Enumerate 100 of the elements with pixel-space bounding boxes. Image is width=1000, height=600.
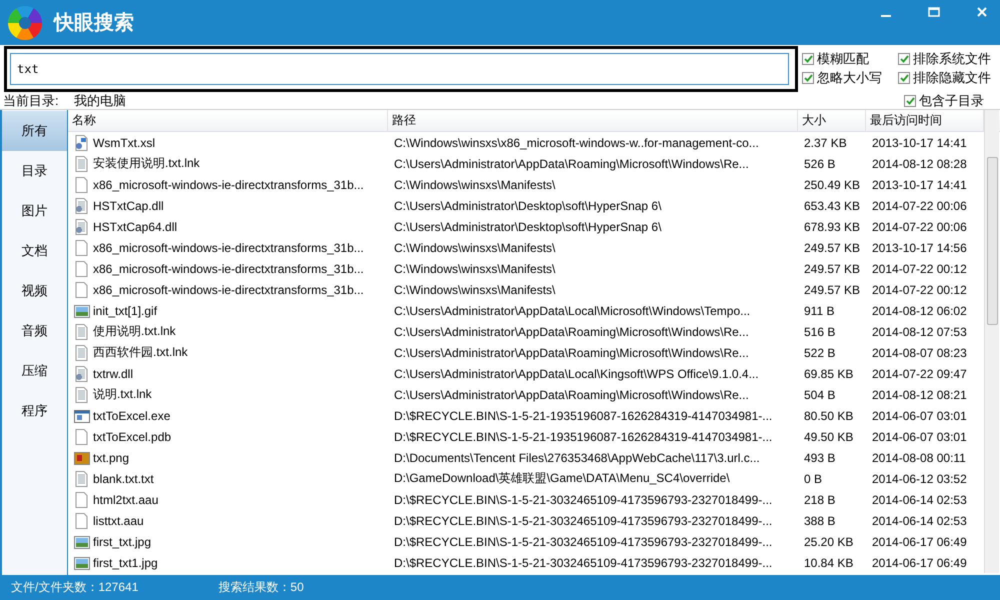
text-file-icon	[74, 156, 90, 172]
path-cell-text: D:\$RECYCLE.BIN\S-1-5-21-3032465109-4173596793-2327018499-...	[393, 492, 774, 508]
column-header[interactable]: 名称	[68, 110, 388, 131]
time-cell-text: 2013-10-17 14:56	[871, 240, 968, 256]
size-cell-text: 25.20 KB	[803, 534, 854, 550]
size-cell-text: 0 B	[803, 470, 824, 488]
size-cell-text: 522 B	[803, 344, 836, 362]
size-cell-text: 80.50 KB	[803, 408, 854, 424]
time-cell-text: 2014-06-07 03:01	[871, 408, 968, 424]
path-cell-text: D:\$RECYCLE.BIN\S-1-5-21-3032465109-4173596793-2327018499-...	[393, 534, 774, 550]
file-name: txt.png	[93, 450, 130, 464]
file-name: 说明.txt.lnk	[93, 386, 152, 403]
size-cell-text: 388 B	[803, 512, 836, 530]
image-file-icon	[74, 450, 90, 466]
category-tab[interactable]: 图片	[2, 191, 67, 231]
file-name: 使用说明.txt.lnk	[93, 323, 176, 340]
size-cell-text: 249.57 KB	[803, 240, 862, 256]
option-checkbox[interactable]: 排除隐藏文件	[898, 69, 994, 87]
time-cell-text: 2014-08-12 06:02	[871, 302, 968, 320]
path-cell-text: C:\Windows\winsxs\Manifests\	[393, 240, 556, 256]
path-cell-text: C:\Windows\winsxs\Manifests\	[393, 282, 556, 298]
category-tab[interactable]: 文档	[2, 231, 67, 271]
file-name: 西西软件园.txt.lnk	[93, 344, 188, 361]
file-name: HSTxtCap.dll	[93, 198, 164, 212]
time-cell-text: 2014-07-22 00:12	[871, 282, 968, 298]
file-name: x86_microsoft-windows-ie-directxtransforms_31b...	[93, 178, 364, 192]
size-cell-text: 516 B	[803, 324, 836, 340]
category-tab[interactable]: 所有	[2, 111, 67, 151]
size-cell-text: 49.50 KB	[803, 428, 854, 446]
category-tab[interactable]: 压缩	[2, 351, 67, 391]
option-checkbox[interactable]: 排除系统文件	[898, 50, 994, 68]
time-cell-text: 2014-06-12 03:52	[871, 470, 968, 488]
blank-file-icon	[74, 428, 90, 444]
search-field[interactable]: txt	[10, 52, 789, 84]
check-icon	[900, 55, 908, 63]
text-file-icon	[74, 470, 90, 486]
image-file-icon	[74, 554, 90, 570]
size-cell-text: 493 B	[803, 450, 836, 466]
check-icon	[804, 74, 812, 82]
scroll-thumb[interactable]	[986, 157, 998, 325]
path-cell-text: D:\$RECYCLE.BIN\S-1-5-21-3032465109-4173596793-2327018499-...	[393, 512, 774, 530]
path-cell-text: C:\Users\Administrator\AppData\Roaming\Microsoft\Windows\Re...	[393, 386, 750, 404]
path-cell-text: C:\Users\Administrator\Desktop\soft\HyperSnap 6\	[393, 198, 662, 214]
check-icon	[906, 96, 914, 104]
path-cell-text: D:\$RECYCLE.BIN\S-1-5-21-3032465109-4173596793-2327018499-...	[393, 554, 774, 572]
path-cell-text: D:\$RECYCLE.BIN\S-1-5-21-1935196087-1626284319-4147034981-...	[393, 408, 774, 424]
path-cell-text: C:\Windows\winsxs\Manifests\	[393, 260, 556, 278]
size-cell-text: 2.37 KB	[803, 134, 848, 152]
include-subdirs-checkbox[interactable]: 包含子目录	[904, 92, 984, 110]
path-cell-text: D:\$RECYCLE.BIN\S-1-5-21-1935196087-1626284319-4147034981-...	[393, 428, 774, 446]
option-checkbox[interactable]: 忽略大小写	[802, 69, 898, 87]
path-cell-text: C:\Windows\winsxs\Manifests\	[393, 176, 556, 194]
category-tab[interactable]: 音频	[2, 311, 67, 351]
size-cell-text: 504 B	[803, 386, 836, 404]
time-cell-text: 2014-06-07 03:01	[871, 428, 968, 446]
time-cell-text: 2014-07-22 00:06	[871, 198, 968, 214]
time-cell-text: 2013-10-17 14:41	[871, 176, 968, 194]
column-header[interactable]: 路径	[388, 110, 798, 131]
file-name: init_txt[1].gif	[93, 304, 158, 318]
column-header[interactable]: 大小	[798, 110, 866, 131]
file-name: x86_microsoft-windows-ie-directxtransforms_31b...	[93, 240, 364, 254]
time-cell-text: 2013-10-17 14:41	[871, 134, 968, 152]
blank-file-icon	[74, 176, 90, 192]
time-cell-text: 2014-06-17 06:49	[871, 554, 968, 572]
window-title: 快眼搜索	[54, 11, 135, 36]
file-name: x86_microsoft-windows-ie-directxtransforms_31b...	[93, 262, 364, 276]
blank-file-icon	[74, 492, 90, 508]
blank-file-icon	[74, 240, 90, 256]
size-cell-text: 10.84 KB	[803, 554, 854, 572]
path-cell-text: C:\Users\Administrator\AppData\Local\Kingsoft\WPS Office\9.1.0.4...	[393, 366, 760, 382]
program-file-icon	[74, 408, 90, 424]
category-tab[interactable]: 视频	[2, 271, 67, 311]
current-dir-label: 当前目录:	[2, 92, 60, 110]
time-cell-text: 2014-07-22 00:06	[871, 218, 968, 236]
category-tab[interactable]: 目录	[2, 151, 67, 191]
path-cell-text: C:\Users\Administrator\AppData\Roaming\Microsoft\Windows\Re...	[393, 156, 750, 172]
file-name: txtToExcel.exe	[93, 408, 170, 422]
check-icon	[900, 74, 908, 82]
file-name: listtxt.aau	[93, 514, 144, 528]
file-count: 文件/文件夹数：127641	[11, 579, 138, 596]
size-cell-text: 69.85 KB	[803, 366, 854, 382]
image-file-icon	[74, 302, 90, 318]
time-cell-text: 2014-07-22 00:12	[871, 260, 968, 278]
path-cell-text: D:\Documents\Tencent Files\276353468\AppWebCache\117\3.url.c...	[393, 450, 761, 466]
text-file-icon	[74, 386, 90, 402]
path-cell-text: D:\GameDownload\英雄联盟\Game\DATA\Menu_SC4\override\	[393, 470, 731, 487]
size-cell-text: 250.49 KB	[803, 176, 862, 194]
color-wheel-logo	[8, 6, 42, 40]
maximize-icon	[928, 7, 940, 17]
path-cell-text: C:\Users\Administrator\AppData\Roaming\Microsoft\Windows\Re...	[393, 344, 750, 362]
scrollbar[interactable]	[984, 110, 999, 573]
category-tab[interactable]: 程序	[2, 391, 67, 431]
file-name: WsmTxt.xsl	[93, 136, 155, 150]
size-cell-text: 911 B	[803, 302, 836, 320]
time-cell-text: 2014-08-08 00:11	[871, 450, 967, 466]
path-cell-text: C:\Users\Administrator\Desktop\soft\HyperSnap 6\	[393, 218, 662, 236]
option-checkbox[interactable]: 模糊匹配	[802, 50, 898, 68]
file-name: txtrw.dll	[93, 366, 134, 380]
path-cell-text: C:\Users\Administrator\AppData\Roaming\Microsoft\Windows\Re...	[393, 324, 750, 340]
image-file-icon	[74, 534, 90, 550]
